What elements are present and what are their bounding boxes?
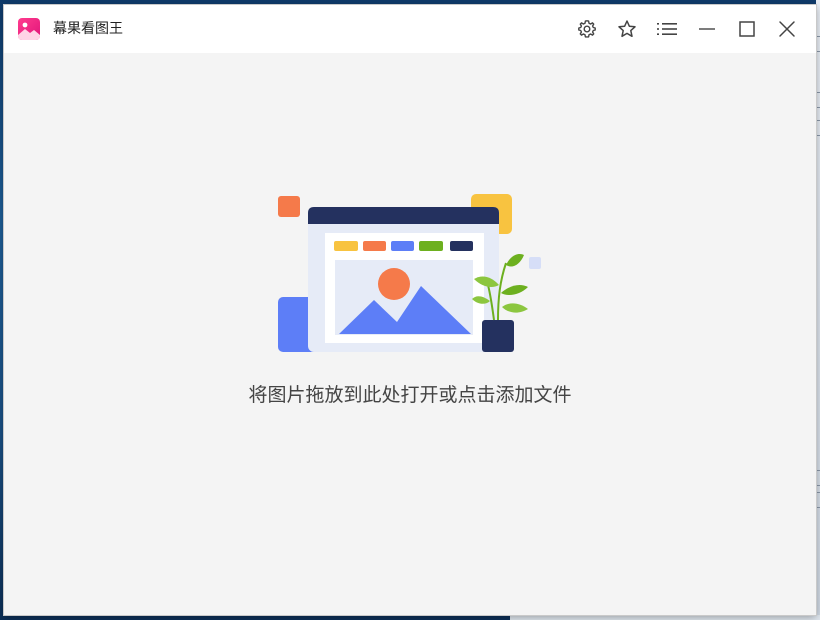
close-icon: [779, 21, 795, 37]
app-title: 幕果看图王: [53, 21, 123, 37]
minimize-icon: [699, 28, 715, 30]
desktop-edge-mark: [816, 92, 820, 108]
taskbar-edge: [510, 615, 820, 620]
desktop-edge-mark: [816, 120, 820, 136]
app-logo-icon: [18, 18, 40, 40]
leaf: [502, 303, 528, 313]
browser-header: [308, 207, 499, 224]
drop-hint-text[interactable]: 将图片拖放到此处打开或点击添加文件: [4, 383, 816, 407]
image-placeholder-illustration[interactable]: [276, 193, 546, 359]
desktop-edge-mark: [816, 36, 820, 52]
maximize-icon: [739, 21, 755, 37]
decor-square-light: [529, 257, 541, 269]
leaf: [501, 285, 528, 295]
color-chip-orange: [363, 241, 386, 251]
settings-button[interactable]: [571, 13, 603, 45]
color-chip-blue: [391, 241, 414, 251]
sun-icon: [378, 268, 410, 300]
maximize-button[interactable]: [731, 13, 763, 45]
desktop-background-edge: [816, 0, 820, 620]
star-icon: [618, 20, 636, 38]
menu-button[interactable]: [651, 13, 683, 45]
gear-icon: [578, 20, 596, 38]
leaf: [506, 254, 524, 267]
color-chip-navy: [450, 241, 473, 251]
color-chip-green: [419, 241, 443, 251]
color-chip-yellow: [334, 241, 358, 251]
title-bar[interactable]: 幕果看图王: [4, 5, 816, 53]
favorite-button[interactable]: [611, 13, 643, 45]
desktop-edge-mark: [816, 470, 820, 486]
close-button[interactable]: [771, 13, 803, 45]
plant-pot: [482, 320, 514, 352]
list-menu-icon: [657, 23, 677, 35]
drop-zone[interactable]: 将图片拖放到此处打开或点击添加文件: [4, 53, 816, 615]
desktop-edge-mark: [816, 492, 820, 508]
app-window: 幕果看图王 将图片拖放到此处打开或点击添加文件: [4, 5, 816, 615]
minimize-button[interactable]: [691, 13, 723, 45]
decor-square-orange: [278, 196, 300, 217]
